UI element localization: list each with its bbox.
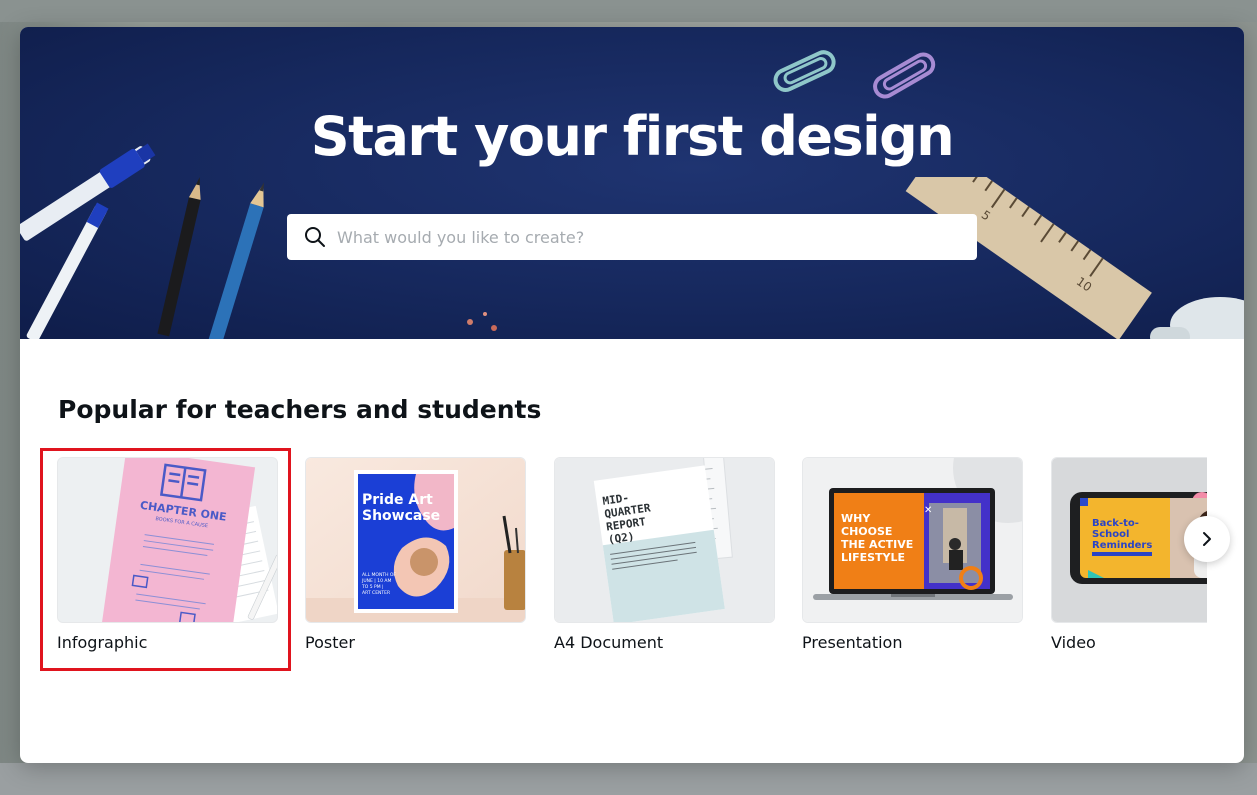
design-type-carousel: CHAPTER ONE BOOKS FOR A CAUSE Infographi… [57,457,1207,657]
card-label: A4 Document [554,633,664,652]
background-bottom [0,763,1257,795]
hero-title: Start your first design [310,105,955,168]
presentation-thumbnail-art: ✕ WHY CHOOSE THE ACTIVE LIFESTYLE [803,458,1022,622]
card-label: Video [1051,633,1096,652]
search-bar[interactable] [287,214,977,260]
card-thumbnail: MID-QUARTERREPORT(Q2) [554,457,775,623]
close-icon: ✕ [924,505,932,516]
a4-thumbnail-art: MID-QUARTERREPORT(Q2) [555,458,774,622]
background-strip [0,0,1257,22]
start-design-modal: 5 10 Start your first design Popular for… [20,27,1244,763]
shavings-illustration [467,312,497,331]
card-thumbnail: ✕ WHY CHOOSE THE ACTIVE LIFESTYLE [802,457,1023,623]
card-poster[interactable]: Pride Art Showcase ALL MONTH OF JUNE | 10 … [305,457,526,657]
card-presentation[interactable]: ✕ WHY CHOOSE THE ACTIVE LIFESTYLE Presentat… [802,457,1023,657]
card-thumbnail: Pride Art Showcase ALL MONTH OF JUNE | 10 … [305,457,526,623]
infographic-thumbnail-art: CHAPTER ONE BOOKS FOR A CAUSE [58,458,277,622]
section-title: Popular for teachers and students [58,395,542,424]
card-label: Poster [305,633,355,652]
card-video[interactable]: Back-to-School Reminders Video [1051,457,1207,657]
paperclips-illustration [773,50,936,99]
card-label: Presentation [802,633,903,652]
carousel-next-button[interactable] [1184,516,1230,562]
card-a4-document[interactable]: MID-QUARTERREPORT(Q2) A4 Document [554,457,775,657]
poster-title-text: Pride Art Showcase [362,492,440,524]
search-input[interactable] [337,217,957,257]
hero-banner: 5 10 Start your first design [20,27,1244,339]
search-icon [305,227,325,247]
card-thumbnail: CHAPTER ONE BOOKS FOR A CAUSE [57,457,278,623]
card-label: Infographic [57,633,148,652]
card-infographic[interactable]: CHAPTER ONE BOOKS FOR A CAUSE Infographi… [57,457,278,657]
poster-thumbnail-art: Pride Art Showcase ALL MONTH OF JUNE | 10 … [306,458,525,622]
chevron-right-icon [1203,532,1211,546]
